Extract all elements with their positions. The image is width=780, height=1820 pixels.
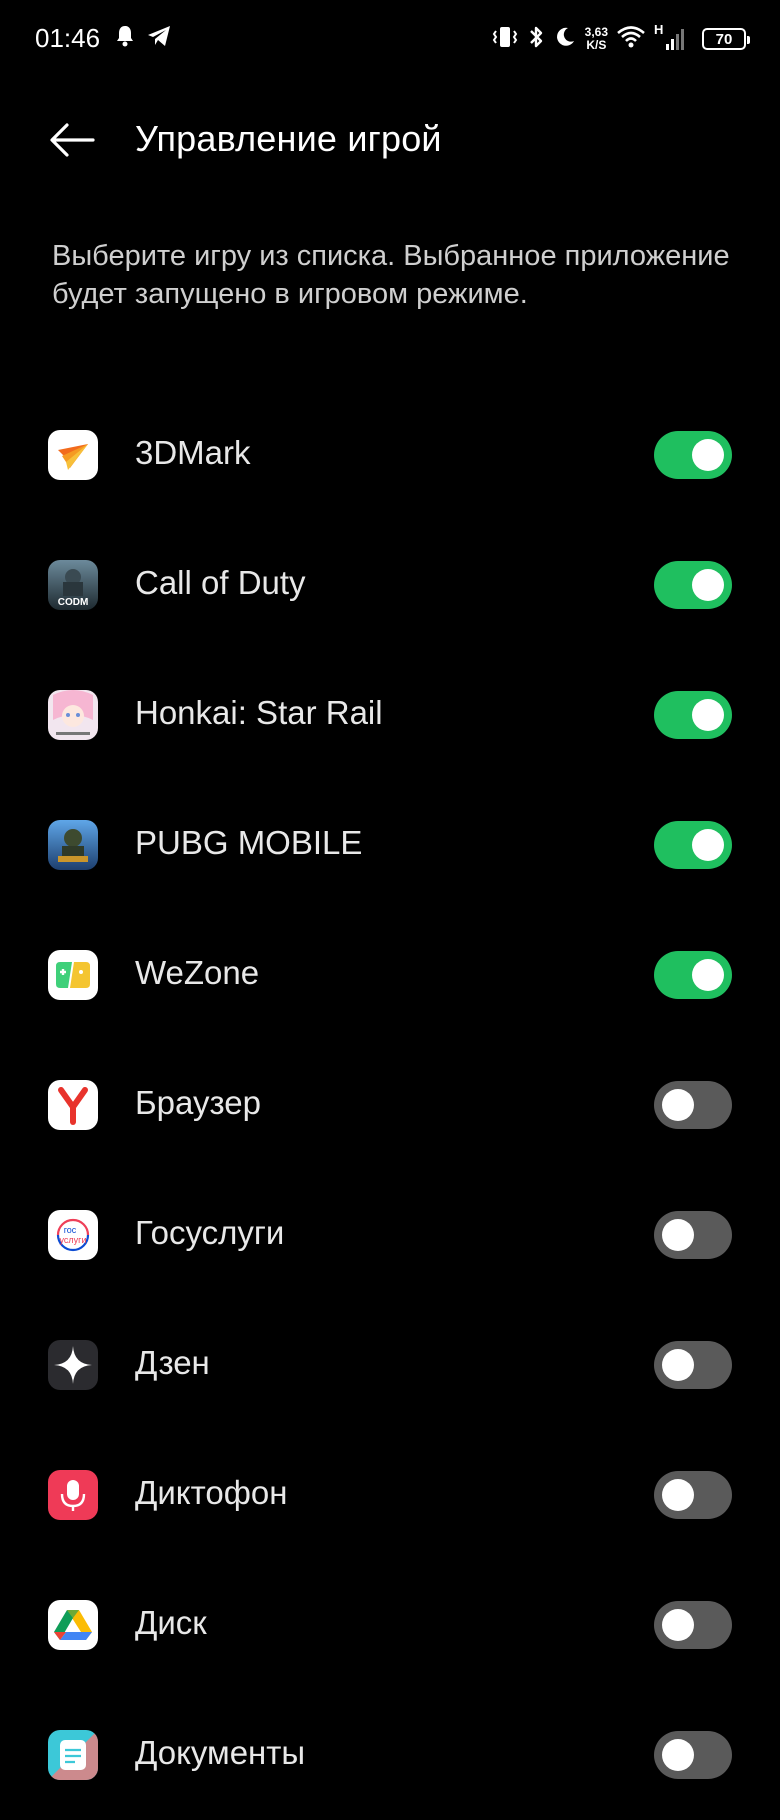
app-name: 3DMark	[135, 434, 251, 471]
gosuslugi-icon: гос услуги	[48, 1210, 98, 1260]
toggle-switch[interactable]	[654, 1211, 732, 1259]
list-item[interactable]: Дзен	[0, 1300, 780, 1430]
call-of-duty-icon: CODM	[48, 560, 98, 610]
bluetooth-icon	[527, 24, 545, 55]
toggle-knob	[662, 1739, 694, 1771]
list-item[interactable]: Honkai: Star Rail	[0, 650, 780, 780]
toggle-knob	[692, 829, 724, 861]
toggle-knob	[692, 699, 724, 731]
back-button[interactable]	[42, 116, 102, 164]
app-name: Call of Duty	[135, 564, 306, 601]
back-arrow-icon	[50, 123, 95, 157]
network-speed: 3,63 K/S	[585, 26, 608, 52]
list-item[interactable]: WeZone	[0, 910, 780, 1040]
toggle-knob	[662, 1219, 694, 1251]
toggle-switch[interactable]	[654, 691, 732, 739]
description-text: Выберите игру из списка. Выбранное прило…	[52, 240, 730, 310]
honkai-star-rail-icon	[48, 690, 98, 740]
toggle-switch[interactable]	[654, 431, 732, 479]
toggle-switch[interactable]	[654, 951, 732, 999]
toggle-switch[interactable]	[654, 1601, 732, 1649]
toggle-knob	[662, 1479, 694, 1511]
svg-text:услуги: услуги	[60, 1235, 87, 1245]
list-item[interactable]: CODM Call of Duty	[0, 520, 780, 650]
app-name: Госуслуги	[135, 1214, 285, 1251]
toggle-knob	[662, 1089, 694, 1121]
list-item[interactable]: Документы	[0, 1690, 780, 1820]
google-drive-icon	[48, 1600, 98, 1650]
cellular-signal: H	[654, 22, 688, 52]
app-name: Документы	[135, 1734, 306, 1771]
3dmark-icon	[48, 430, 98, 480]
list-item[interactable]: Диск	[0, 1560, 780, 1690]
dzen-icon	[48, 1340, 98, 1390]
app-name: Диск	[135, 1604, 207, 1641]
toggle-knob	[692, 569, 724, 601]
battery-indicator: 70	[702, 28, 750, 50]
vibrate-icon	[491, 25, 519, 54]
network-type: H	[654, 22, 664, 37]
network-speed-unit: K/S	[586, 38, 607, 52]
battery-level: 70	[715, 30, 733, 48]
app-name: WeZone	[135, 954, 260, 991]
yandex-browser-icon	[48, 1080, 98, 1130]
toggle-switch[interactable]	[654, 1471, 732, 1519]
toggle-knob	[662, 1349, 694, 1381]
documents-icon	[48, 1730, 98, 1780]
toggle-switch[interactable]	[654, 1081, 732, 1129]
pubg-mobile-icon	[48, 820, 98, 870]
toggle-knob	[662, 1609, 694, 1641]
app-name: PUBG MOBILE	[135, 824, 363, 861]
list-item[interactable]: Браузер	[0, 1040, 780, 1170]
header: Управление игрой	[0, 100, 780, 180]
app-name: Honkai: Star Rail	[135, 694, 383, 731]
status-bar: 01:46 3,63 K/S H 70	[0, 0, 780, 80]
app-list: 3DMark CODM Call of Duty Honkai: Star Ra…	[0, 390, 780, 1820]
app-name: Дзен	[135, 1344, 210, 1381]
toggle-knob	[692, 959, 724, 991]
list-item[interactable]: Диктофон	[0, 1430, 780, 1560]
status-right-icons: 3,63 K/S H 70	[491, 22, 750, 56]
page-title: Управление игрой	[135, 118, 442, 159]
toggle-switch[interactable]	[654, 1731, 732, 1779]
toggle-knob	[692, 439, 724, 471]
telegram-icon	[146, 24, 172, 53]
moon-icon	[553, 25, 577, 54]
status-time: 01:46	[35, 23, 101, 53]
svg-text:гос: гос	[64, 1225, 77, 1235]
svg-text:CODM: CODM	[58, 597, 89, 608]
toggle-switch[interactable]	[654, 561, 732, 609]
status-left-icons	[114, 24, 172, 53]
app-name: Браузер	[135, 1084, 261, 1121]
toggle-switch[interactable]	[654, 821, 732, 869]
bell-icon	[114, 24, 136, 53]
wifi-icon	[616, 25, 646, 54]
dictaphone-icon	[48, 1470, 98, 1520]
toggle-switch[interactable]	[654, 1341, 732, 1389]
list-item[interactable]: гос услуги Госуслуги	[0, 1170, 780, 1300]
wezone-icon	[48, 950, 98, 1000]
list-item[interactable]: 3DMark	[0, 390, 780, 520]
app-name: Диктофон	[135, 1474, 288, 1511]
list-item[interactable]: PUBG MOBILE	[0, 780, 780, 910]
